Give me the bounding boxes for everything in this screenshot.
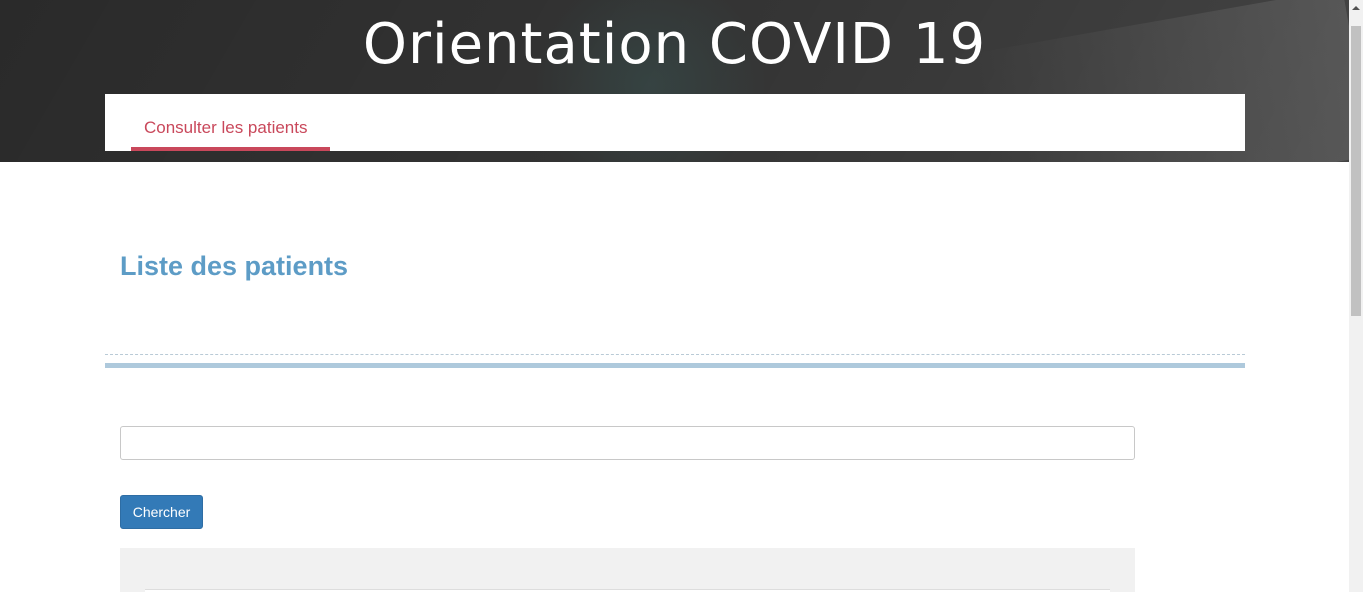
browser-viewport: Orientation COVID 19 Consulter les patie… (0, 0, 1363, 592)
scrollbar-thumb[interactable] (1351, 26, 1361, 316)
active-tab-indicator (131, 147, 330, 151)
tab-consulter-les-patients[interactable]: Consulter les patients (131, 94, 330, 151)
tab-label: Consulter les patients (144, 118, 308, 137)
site-title: Orientation COVID 19 (362, 12, 987, 77)
page-title: Liste des patients (120, 251, 349, 282)
scroll-up-arrow-icon[interactable] (1349, 0, 1363, 17)
vertical-scrollbar[interactable] (1349, 0, 1363, 592)
page: Orientation COVID 19 Consulter les patie… (0, 0, 1349, 592)
results-panel (120, 548, 1135, 592)
search-button[interactable]: Chercher (120, 495, 203, 529)
section-divider (105, 363, 1245, 368)
search-input[interactable] (120, 426, 1135, 460)
dashed-divider (105, 354, 1245, 355)
navbar: Consulter les patients (105, 94, 1245, 151)
